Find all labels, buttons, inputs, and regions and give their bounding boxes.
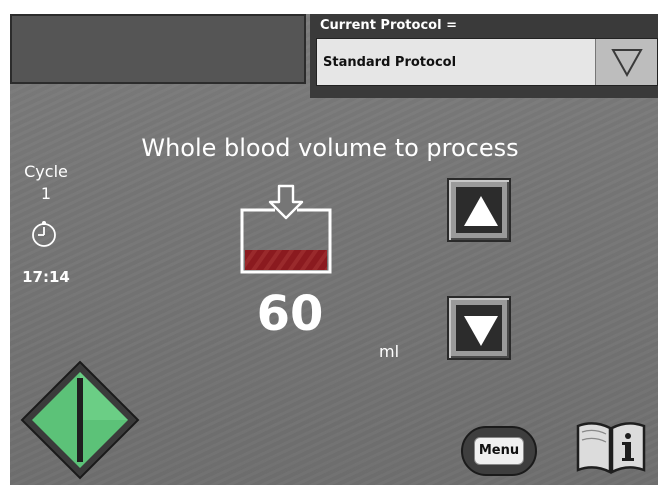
volume-unit: ml [379,342,400,361]
elapsed-time: 17:14 [22,268,70,286]
decrease-volume-button[interactable] [447,296,511,360]
arrow-up-icon [464,196,498,226]
book-info-icon[interactable] [572,418,650,476]
device-screen: Current Protocol = Standard Protocol Cyc… [10,14,658,485]
protocol-dropdown-button[interactable] [595,39,657,85]
arrow-down-icon [464,316,498,346]
cycle-label: Cycle [24,162,68,181]
start-button[interactable] [18,358,142,482]
menu-button-face: Menu [474,437,524,465]
increase-volume-button[interactable] [447,178,511,242]
menu-button[interactable]: Menu [461,426,537,476]
header-blank-panel [10,14,306,84]
volume-value: 60 [256,286,324,342]
protocol-value: Standard Protocol [323,55,457,70]
protocol-select[interactable]: Standard Protocol [316,38,658,86]
page-title: Whole blood volume to process [141,134,519,162]
protocol-header: Current Protocol = Standard Protocol [310,14,658,98]
triangle-down-icon [611,49,643,78]
clock-icon [32,221,56,247]
cycle-value: 1 [40,184,52,203]
protocol-label: Current Protocol = [320,18,457,33]
menu-button-label: Menu [478,443,520,458]
blood-container-icon [240,184,332,274]
